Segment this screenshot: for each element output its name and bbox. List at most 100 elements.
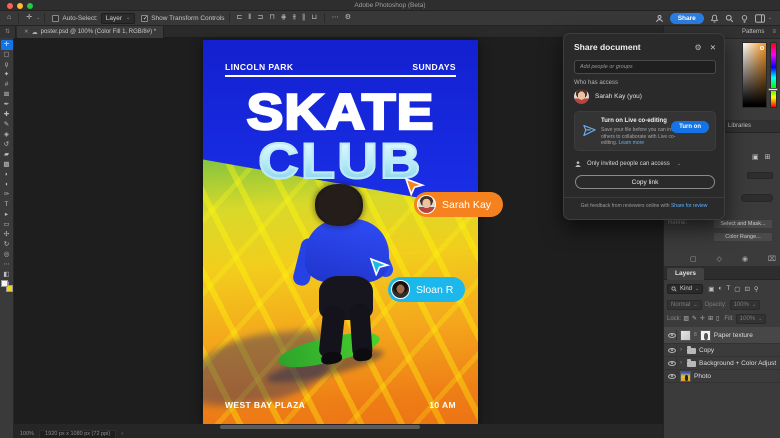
layer-filter-dropdown[interactable]: Kind ⌄ [667,284,703,294]
tab-libraries[interactable]: Libraries [728,123,751,129]
blend-mode-dropdown[interactable]: Normal⌄ [667,300,702,310]
discover-icon[interactable] [740,14,749,23]
share-settings-gear-icon[interactable]: ⚙ [695,43,702,52]
eyedropper-tool[interactable]: ✒ [1,100,13,110]
lock-artboard-icon[interactable]: ⊞ [708,315,713,322]
marquee-tool[interactable]: ▢ [1,50,13,60]
filter-pin-icon[interactable]: ⚲ [754,285,759,293]
layer-row-background-color-adjust[interactable]: › Background + Color Adjust [664,357,780,370]
distribute-vertical-icon[interactable]: ⫵ [293,13,296,23]
select-and-mask-button[interactable]: Select and Mask... [713,219,773,229]
search-icon[interactable] [725,14,734,23]
move-tool[interactable]: ✛ [1,40,13,50]
intersect-mask-icon[interactable]: ◇ [717,255,722,263]
workspace-switcher-icon[interactable] [755,14,765,23]
visibility-eye-icon[interactable] [667,330,677,340]
properties-field[interactable] [741,194,773,202]
align-bottom-edges-icon[interactable]: ⊔ [311,13,316,23]
align-horizontal-centers-icon[interactable]: ⫴ [248,13,251,23]
color-picker-cursor[interactable] [760,46,764,50]
auto-select-checkbox[interactable] [52,15,59,22]
status-chevron-icon[interactable]: › [121,431,123,437]
align-left-edges-icon[interactable]: ⊏ [237,13,243,23]
move-tool-preset-icon[interactable]: ✛ [26,13,32,23]
shape-tool[interactable]: ▭ [1,220,13,230]
color-range-button[interactable]: Color Range... [713,232,773,242]
hue-slider-handle[interactable] [768,88,778,91]
visibility-eye-icon[interactable] [667,358,677,368]
type-tool[interactable]: T [1,200,13,210]
access-setting-row[interactable]: Only invited people can access ⌄ [574,160,681,168]
share-button[interactable]: Share [670,13,704,24]
foreground-color-swatch[interactable] [1,280,8,287]
blur-tool[interactable]: ◗ [1,170,13,180]
clone-stamp-tool[interactable]: ◈ [1,130,13,140]
hand-tool[interactable]: ✣ [1,230,13,240]
panel-menu-icon[interactable]: ≡ [772,29,776,35]
dodge-tool[interactable]: ◖ [1,180,13,190]
group-expand-icon[interactable]: › [680,347,684,353]
filter-smart-objects-icon[interactable]: ⊡ [744,285,749,293]
align-right-edges-icon[interactable]: ⊐ [257,13,263,23]
zoom-tool[interactable]: ◎ [1,250,13,260]
group-expand-icon[interactable]: › [680,360,684,366]
fill-dropdown[interactable]: 100%⌄ [736,314,767,324]
turn-on-button[interactable]: Turn on [671,121,709,133]
tab-patterns[interactable]: Patterns [742,29,764,35]
share-for-review-link[interactable]: Share for review [671,203,707,209]
lock-transparency-icon[interactable]: ▨ [683,315,689,322]
panel-collapse-icon[interactable]: ⇅ [0,26,16,38]
invert-mask-icon[interactable]: ◉ [742,255,748,263]
collaborator-pill-sarah[interactable]: Sarah Kay [414,192,503,217]
rotate-view-tool[interactable]: ↻ [1,240,13,250]
delete-mask-icon[interactable]: ⌧ [768,255,776,263]
scrollbar-thumb[interactable] [220,425,420,429]
collaborator-pill-sloan[interactable]: Sloan R [388,277,465,302]
document-tab[interactable]: ✕ ☁ poster.psd @ 100% (Color Fill 1, RGB… [17,26,164,38]
add-to-library-icon[interactable]: ⊞ [765,153,771,161]
opacity-dropdown[interactable]: 100%⌄ [730,300,761,310]
distribute-horizontal-icon[interactable]: ⋕ [281,13,287,23]
home-icon[interactable]: ⌂ [7,13,11,23]
zoom-level[interactable]: 100% [20,431,34,437]
layer-row-copy[interactable]: › Copy [664,344,780,357]
healing-brush-tool[interactable]: ✚ [1,110,13,120]
show-transform-checkbox[interactable] [141,15,148,22]
hue-slider[interactable] [770,42,777,108]
visibility-eye-icon[interactable] [667,371,677,381]
eraser-tool[interactable]: ▰ [1,150,13,160]
add-people-input[interactable] [574,60,716,74]
color-picker-field[interactable] [742,42,767,108]
frame-tool[interactable]: ⊠ [1,90,13,100]
properties-field[interactable] [747,172,773,179]
lock-image-icon[interactable]: ✎ [692,315,697,322]
mask-thumbnail-icon[interactable]: ▢ [690,255,697,263]
lock-position-icon[interactable]: ✛ [700,315,705,322]
filter-shape-layers-icon[interactable]: ▢ [734,285,740,293]
close-tab-icon[interactable]: ✕ [24,29,29,35]
layer-row-paper-texture[interactable]: 8 Paper texture [664,327,780,344]
learn-more-link[interactable]: Learn more [619,140,645,146]
path-selection-tool[interactable]: ▸ [1,210,13,220]
layer-thumbnail[interactable] [680,330,691,341]
close-dialog-icon[interactable]: ✕ [710,43,716,52]
layer-mask-thumbnail[interactable] [700,330,711,341]
filter-type-layers-icon[interactable]: T [726,285,730,293]
gradient-tool[interactable]: ▩ [1,160,13,170]
more-options-icon[interactable]: ⋯ [332,13,339,23]
auto-select-dropdown[interactable]: Layer⌄ [101,13,135,24]
layer-row-photo[interactable]: Photo [664,370,780,383]
poster-document[interactable]: SKATE CLUB LINCOLN PARK SUNDAYS WEST BAY… [203,40,478,424]
notifications-bell-icon[interactable] [710,14,719,23]
filter-adjustment-layers-icon[interactable]: ◐ [718,285,722,293]
crop-tool[interactable]: # [1,80,13,90]
pen-tool[interactable]: ✑ [1,190,13,200]
copy-link-button[interactable]: Copy link [575,175,715,189]
tab-layers[interactable]: Layers [667,268,704,280]
tool-preset-chevron-icon[interactable]: ⌄ [36,15,40,21]
lock-all-icon[interactable]: ▯ [716,315,719,322]
brush-tool[interactable]: ✎ [1,120,13,130]
workspace-chevron-icon[interactable]: ⌄ [768,15,772,21]
lasso-tool[interactable]: ϙ [1,60,13,70]
quick-mask-icon[interactable]: ◧ [1,270,13,280]
